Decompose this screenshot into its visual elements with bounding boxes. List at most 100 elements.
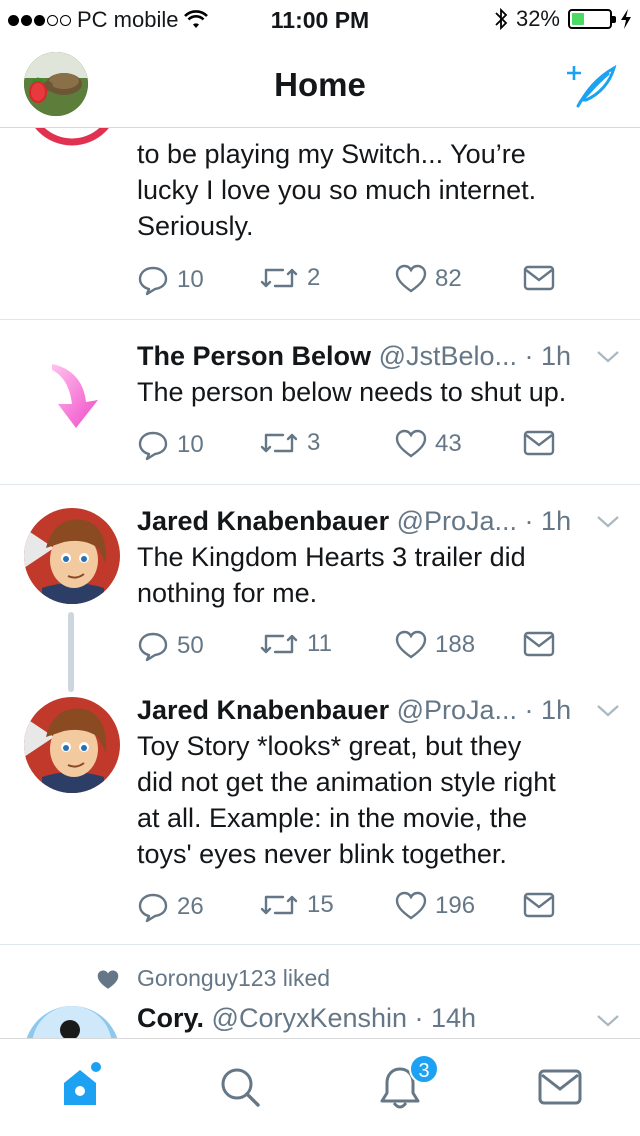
chevron-down-icon[interactable] bbox=[596, 348, 620, 364]
author-name[interactable]: Jared Knabenbauer bbox=[137, 695, 389, 725]
like-button[interactable]: 82 bbox=[395, 264, 462, 294]
retweet-count: 3 bbox=[307, 429, 321, 456]
retweet-count: 15 bbox=[307, 891, 334, 918]
timeline[interactable]: to be playing my Switch... You’re lucky … bbox=[0, 128, 640, 1038]
reply-icon bbox=[138, 893, 168, 923]
reply-count: 10 bbox=[177, 266, 204, 293]
like-count: 188 bbox=[435, 631, 476, 658]
divider bbox=[0, 319, 640, 320]
tweet-actions: 50 11 188 bbox=[137, 630, 577, 666]
home-icon[interactable] bbox=[58, 1061, 106, 1109]
tweet-actions: 26 15 196 bbox=[137, 891, 577, 927]
heart-icon bbox=[395, 264, 427, 293]
reply-button[interactable]: 26 bbox=[137, 891, 204, 923]
thread-line bbox=[68, 612, 74, 692]
tweet-avatar-partial[interactable] bbox=[24, 128, 120, 168]
reply-button[interactable]: 10 bbox=[137, 264, 204, 296]
tweet-avatar[interactable] bbox=[24, 508, 120, 604]
envelope-icon bbox=[523, 892, 555, 918]
tweet-text-line: Seriously. bbox=[137, 211, 254, 241]
reply-button[interactable]: 10 bbox=[137, 429, 204, 461]
tweet-text-line: toys' eyes never blink together. bbox=[137, 839, 507, 869]
author-handle: @JstBelo... · 1h bbox=[378, 341, 572, 371]
battery-percent: 32% bbox=[515, 6, 560, 31]
heart-icon bbox=[395, 429, 427, 458]
tweet-avatar[interactable] bbox=[48, 360, 104, 437]
battery-icon bbox=[568, 9, 616, 29]
divider bbox=[0, 484, 640, 485]
like-button[interactable]: 188 bbox=[395, 630, 475, 660]
tweet-text: The Kingdom Hearts 3 trailer did nothing… bbox=[137, 539, 526, 611]
status-bar: PC mobile 11:00 PM 32% bbox=[0, 0, 640, 40]
retweet-icon bbox=[260, 895, 298, 915]
direct-message-button[interactable] bbox=[523, 630, 555, 658]
reply-count: 26 bbox=[177, 893, 204, 920]
retweet-button[interactable]: 2 bbox=[259, 264, 320, 292]
tweet-avatar[interactable] bbox=[24, 697, 120, 793]
like-count: 82 bbox=[435, 265, 462, 292]
like-count: 43 bbox=[435, 430, 462, 457]
direct-message-button[interactable] bbox=[523, 891, 555, 919]
tweet-header: Jared Knabenbauer @ProJa... · 1h bbox=[137, 503, 571, 539]
bluetooth-icon bbox=[495, 7, 508, 31]
charging-icon bbox=[621, 9, 631, 29]
tweet-text-line: The Kingdom Hearts 3 trailer did bbox=[137, 542, 526, 572]
divider bbox=[0, 944, 640, 945]
tweet-header: The Person Below @JstBelo... · 1h bbox=[137, 338, 571, 374]
tweet-avatar[interactable] bbox=[24, 1006, 120, 1038]
tab-bar bbox=[0, 1038, 640, 1136]
retweet-count: 2 bbox=[307, 264, 321, 291]
messages-envelope-icon[interactable] bbox=[538, 1069, 582, 1105]
tweet-text: to be playing my Switch... You’re lucky … bbox=[137, 136, 536, 244]
tweet-text-line: to be playing my Switch... You’re bbox=[137, 139, 526, 169]
reply-count: 10 bbox=[177, 431, 204, 458]
envelope-icon bbox=[523, 631, 555, 657]
notification-badge: 3 bbox=[409, 1054, 439, 1084]
author-handle: @ProJa... · 1h bbox=[396, 506, 572, 536]
retweet-count: 11 bbox=[307, 630, 332, 657]
chevron-down-icon[interactable] bbox=[596, 513, 620, 529]
tweet-text-line: did not get the animation style right bbox=[137, 767, 556, 797]
retweet-button[interactable]: 15 bbox=[259, 891, 334, 919]
reply-icon bbox=[138, 632, 168, 662]
tweet-text-line: at all. Example: in the movie, the bbox=[137, 803, 528, 833]
envelope-icon bbox=[523, 430, 555, 456]
tweet-text-line: Toy Story *looks* great, but they bbox=[137, 731, 522, 761]
reply-count: 50 bbox=[177, 632, 204, 659]
heart-icon bbox=[395, 630, 427, 659]
chevron-down-icon[interactable] bbox=[596, 1012, 620, 1028]
heart-filled-icon bbox=[97, 970, 119, 989]
reply-icon bbox=[138, 266, 168, 296]
reply-button[interactable]: 50 bbox=[137, 630, 204, 662]
author-handle: @CoryxKenshin · 14h bbox=[211, 1003, 477, 1033]
direct-message-button[interactable] bbox=[523, 429, 555, 457]
liked-by-context[interactable]: Goronguy123 liked bbox=[137, 962, 330, 994]
status-right: 32% bbox=[494, 6, 632, 32]
search-icon[interactable] bbox=[218, 1065, 262, 1109]
retweet-icon bbox=[260, 634, 298, 654]
like-button[interactable]: 43 bbox=[395, 429, 462, 459]
tweet-text-line: nothing for me. bbox=[137, 578, 318, 608]
tweet-actions: 10 2 82 bbox=[137, 264, 577, 300]
retweet-icon bbox=[260, 433, 298, 453]
retweet-button[interactable]: 3 bbox=[259, 429, 320, 457]
envelope-icon bbox=[523, 265, 555, 291]
page-title: Home bbox=[274, 66, 366, 103]
author-handle: @ProJa... · 1h bbox=[396, 695, 572, 725]
tweet-actions: 10 3 43 bbox=[137, 429, 577, 465]
like-button[interactable]: 196 bbox=[395, 891, 475, 921]
retweet-button[interactable]: 11 bbox=[259, 630, 332, 658]
chevron-down-icon[interactable] bbox=[596, 702, 620, 718]
retweet-icon bbox=[260, 268, 298, 288]
header: Home bbox=[0, 40, 640, 128]
like-count: 196 bbox=[435, 892, 476, 919]
author-name[interactable]: Cory. bbox=[137, 1003, 204, 1033]
author-name[interactable]: The Person Below bbox=[137, 341, 371, 371]
author-name[interactable]: Jared Knabenbauer bbox=[137, 506, 389, 536]
tweet-text: Toy Story *looks* great, but they did no… bbox=[137, 728, 556, 872]
compose-tweet-icon[interactable] bbox=[564, 62, 618, 108]
direct-message-button[interactable] bbox=[523, 264, 555, 292]
tweet-text-line: lucky I love you so much internet. bbox=[137, 175, 537, 205]
heart-icon bbox=[395, 891, 427, 920]
pink-arrow-icon bbox=[52, 364, 98, 428]
